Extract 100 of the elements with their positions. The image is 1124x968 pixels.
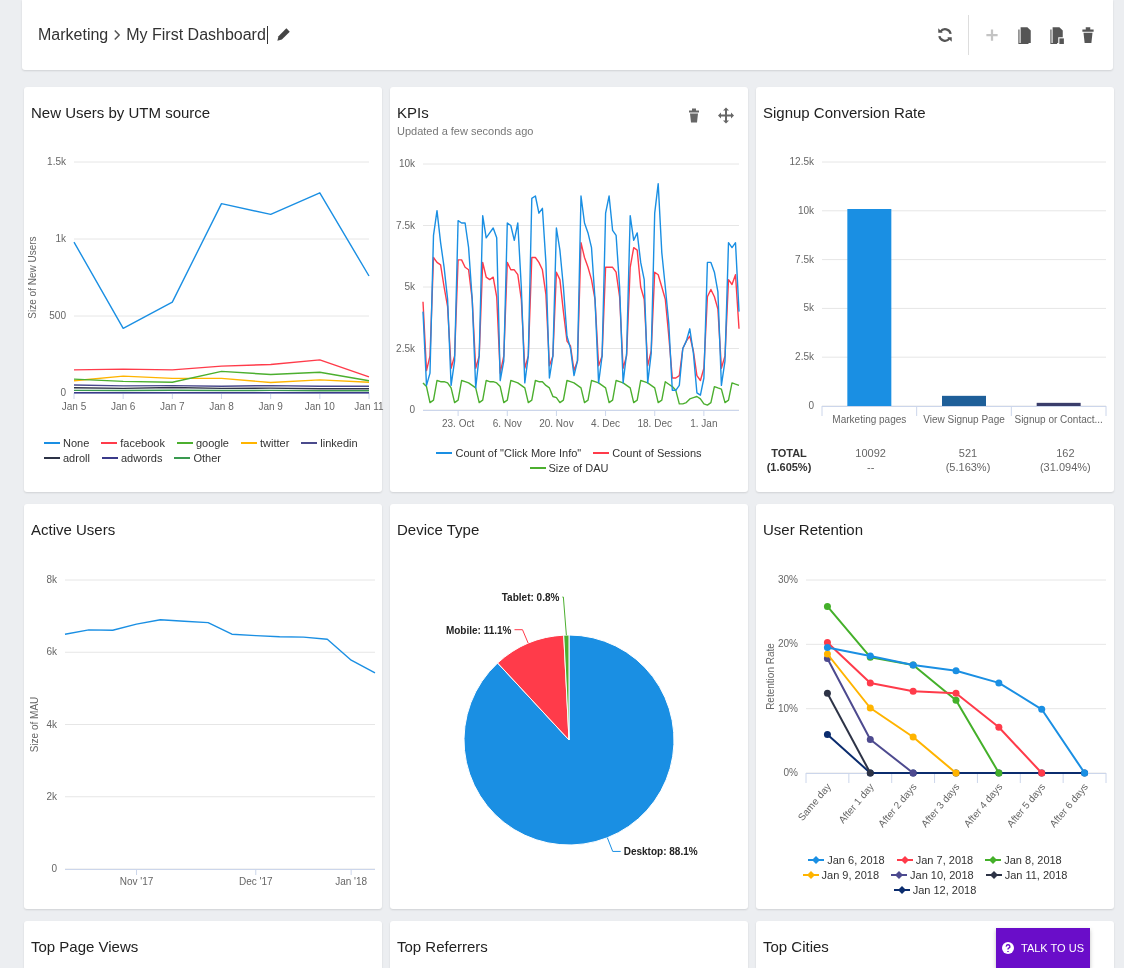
card-title: Device Type — [397, 521, 480, 538]
legend-marker-icon[interactable] — [985, 856, 1002, 864]
data-label: Tablet: 0.8% — [501, 592, 560, 604]
legend-label: adwords — [120, 452, 163, 464]
card-title: Signup Conversion Rate — [763, 104, 926, 121]
axis-label: 1k — [55, 233, 66, 244]
trash-icon[interactable] — [1079, 26, 1097, 44]
axis-label: Jan 11 — [354, 401, 384, 412]
card-title: Top Referrers — [397, 938, 488, 955]
talk-to-us-button[interactable]: TALK TO US — [996, 928, 1090, 968]
axis-label: 6k — [46, 646, 57, 658]
axis-label: 10% — [778, 702, 798, 714]
legend-label: adroll — [63, 452, 90, 464]
legend-label: Jan 9, 2018 — [821, 869, 880, 881]
summary-value: (31.094%) — [1039, 461, 1091, 473]
point — [952, 696, 960, 704]
axis-label: 6. Nov — [492, 418, 522, 429]
axis-label: 0 — [51, 863, 57, 874]
axis-label: 7.5k — [795, 253, 814, 265]
axis-label: Nov '17 — [119, 876, 154, 887]
axis-label: Jan 9 — [258, 401, 283, 412]
point — [823, 650, 831, 658]
legend-label: twitter — [260, 437, 290, 449]
axis-label: 10k — [398, 158, 415, 169]
axis-label: View Signup Page — [923, 414, 1005, 425]
legend-marker-icon[interactable] — [802, 871, 819, 879]
legend-marker-icon[interactable] — [893, 886, 910, 894]
legend-line-icon[interactable] — [301, 439, 318, 447]
legend-label: Jan 8, 2018 — [1004, 854, 1062, 866]
axis-label: 2.5k — [396, 342, 415, 354]
point — [909, 687, 917, 695]
legend-marker-icon[interactable] — [985, 871, 1002, 879]
axis-label: Jan 10 — [304, 401, 335, 412]
axis-label: Jan 7 — [160, 401, 185, 412]
dashboard-title-field[interactable]: My First Dashboard — [126, 26, 268, 44]
axis-label: 8k — [46, 574, 57, 585]
legend-label: None — [63, 437, 90, 449]
point — [823, 689, 831, 697]
axis-label: Dec '17 — [238, 876, 273, 887]
axis-label: 5k — [803, 302, 814, 314]
axis-label: 500 — [49, 310, 66, 321]
refresh-icon[interactable] — [936, 26, 954, 44]
legend-label: Jan 11, 2018 — [1004, 869, 1068, 881]
axis-label: 20. Nov — [539, 418, 574, 429]
legend-line-icon[interactable] — [101, 454, 118, 462]
legend-label: Jan 6, 2018 — [827, 854, 885, 866]
leader-line — [606, 837, 622, 852]
legend-line-icon[interactable] — [44, 454, 60, 462]
legend-label: linkedin — [320, 437, 358, 449]
trash-icon[interactable] — [686, 107, 702, 124]
card-title: Top Cities — [763, 938, 829, 955]
axis-title: Retention Rate — [765, 643, 776, 710]
card-title: New Users by UTM source — [31, 104, 211, 121]
legend-marker-icon[interactable] — [891, 871, 908, 879]
point — [866, 704, 874, 712]
legend-label: Jan 12, 2018 — [912, 884, 977, 896]
data-label: Mobile: 11.1% — [445, 624, 512, 636]
axis-label: Jan '18 — [335, 876, 368, 887]
leader-line — [514, 629, 529, 644]
legend-label: Count of Sessions — [612, 447, 702, 459]
point — [866, 679, 874, 687]
point — [823, 644, 831, 652]
legend-label: facebook — [120, 437, 165, 449]
axis-label: 10k — [797, 204, 814, 216]
help-icon — [1002, 942, 1014, 954]
axis-label: 4k — [46, 718, 57, 730]
point — [995, 679, 1003, 687]
card-title: KPIs — [397, 104, 429, 121]
data-label: Desktop: 88.1% — [623, 846, 698, 858]
axis-label: 4. Dec — [591, 418, 621, 429]
leader-line — [561, 596, 567, 636]
axis-label: Jan 5 — [61, 401, 87, 412]
axis-label: 0 — [409, 404, 415, 415]
axis-label: 20% — [778, 638, 798, 650]
breadcrumb-link[interactable]: Marketing — [38, 26, 109, 44]
point — [866, 736, 874, 744]
legend-marker-icon[interactable] — [808, 856, 825, 864]
point — [952, 689, 960, 697]
card-title: Active Users — [31, 521, 116, 538]
move-icon[interactable] — [718, 107, 734, 124]
axis-label: 23. Oct — [442, 418, 475, 429]
axis-label: 2.5k — [795, 351, 814, 363]
axis-label: 0 — [60, 387, 66, 398]
updated-note: Updated a few seconds ago — [397, 125, 535, 137]
axis-label: 12.5k — [789, 156, 814, 167]
legend-label: Count of "Click More Info" — [455, 447, 582, 459]
axis-label: 1.5k — [47, 156, 66, 167]
axis-label: 0% — [783, 767, 798, 778]
summary-value: 10092 — [855, 447, 886, 459]
axis-label: 7.5k — [396, 219, 415, 231]
point — [995, 723, 1003, 731]
card-title: Top Page Views — [31, 938, 139, 955]
document-icon[interactable] — [1047, 26, 1065, 44]
axis-label: 5k — [404, 281, 415, 292]
legend-label: Other — [193, 452, 221, 464]
axis-title: Size of MAU — [29, 696, 40, 753]
legend-marker-icon[interactable] — [896, 856, 913, 864]
axis-label: Marketing pages — [832, 414, 907, 425]
document-icon[interactable] — [1015, 26, 1033, 44]
axis-label: 0 — [808, 400, 814, 411]
